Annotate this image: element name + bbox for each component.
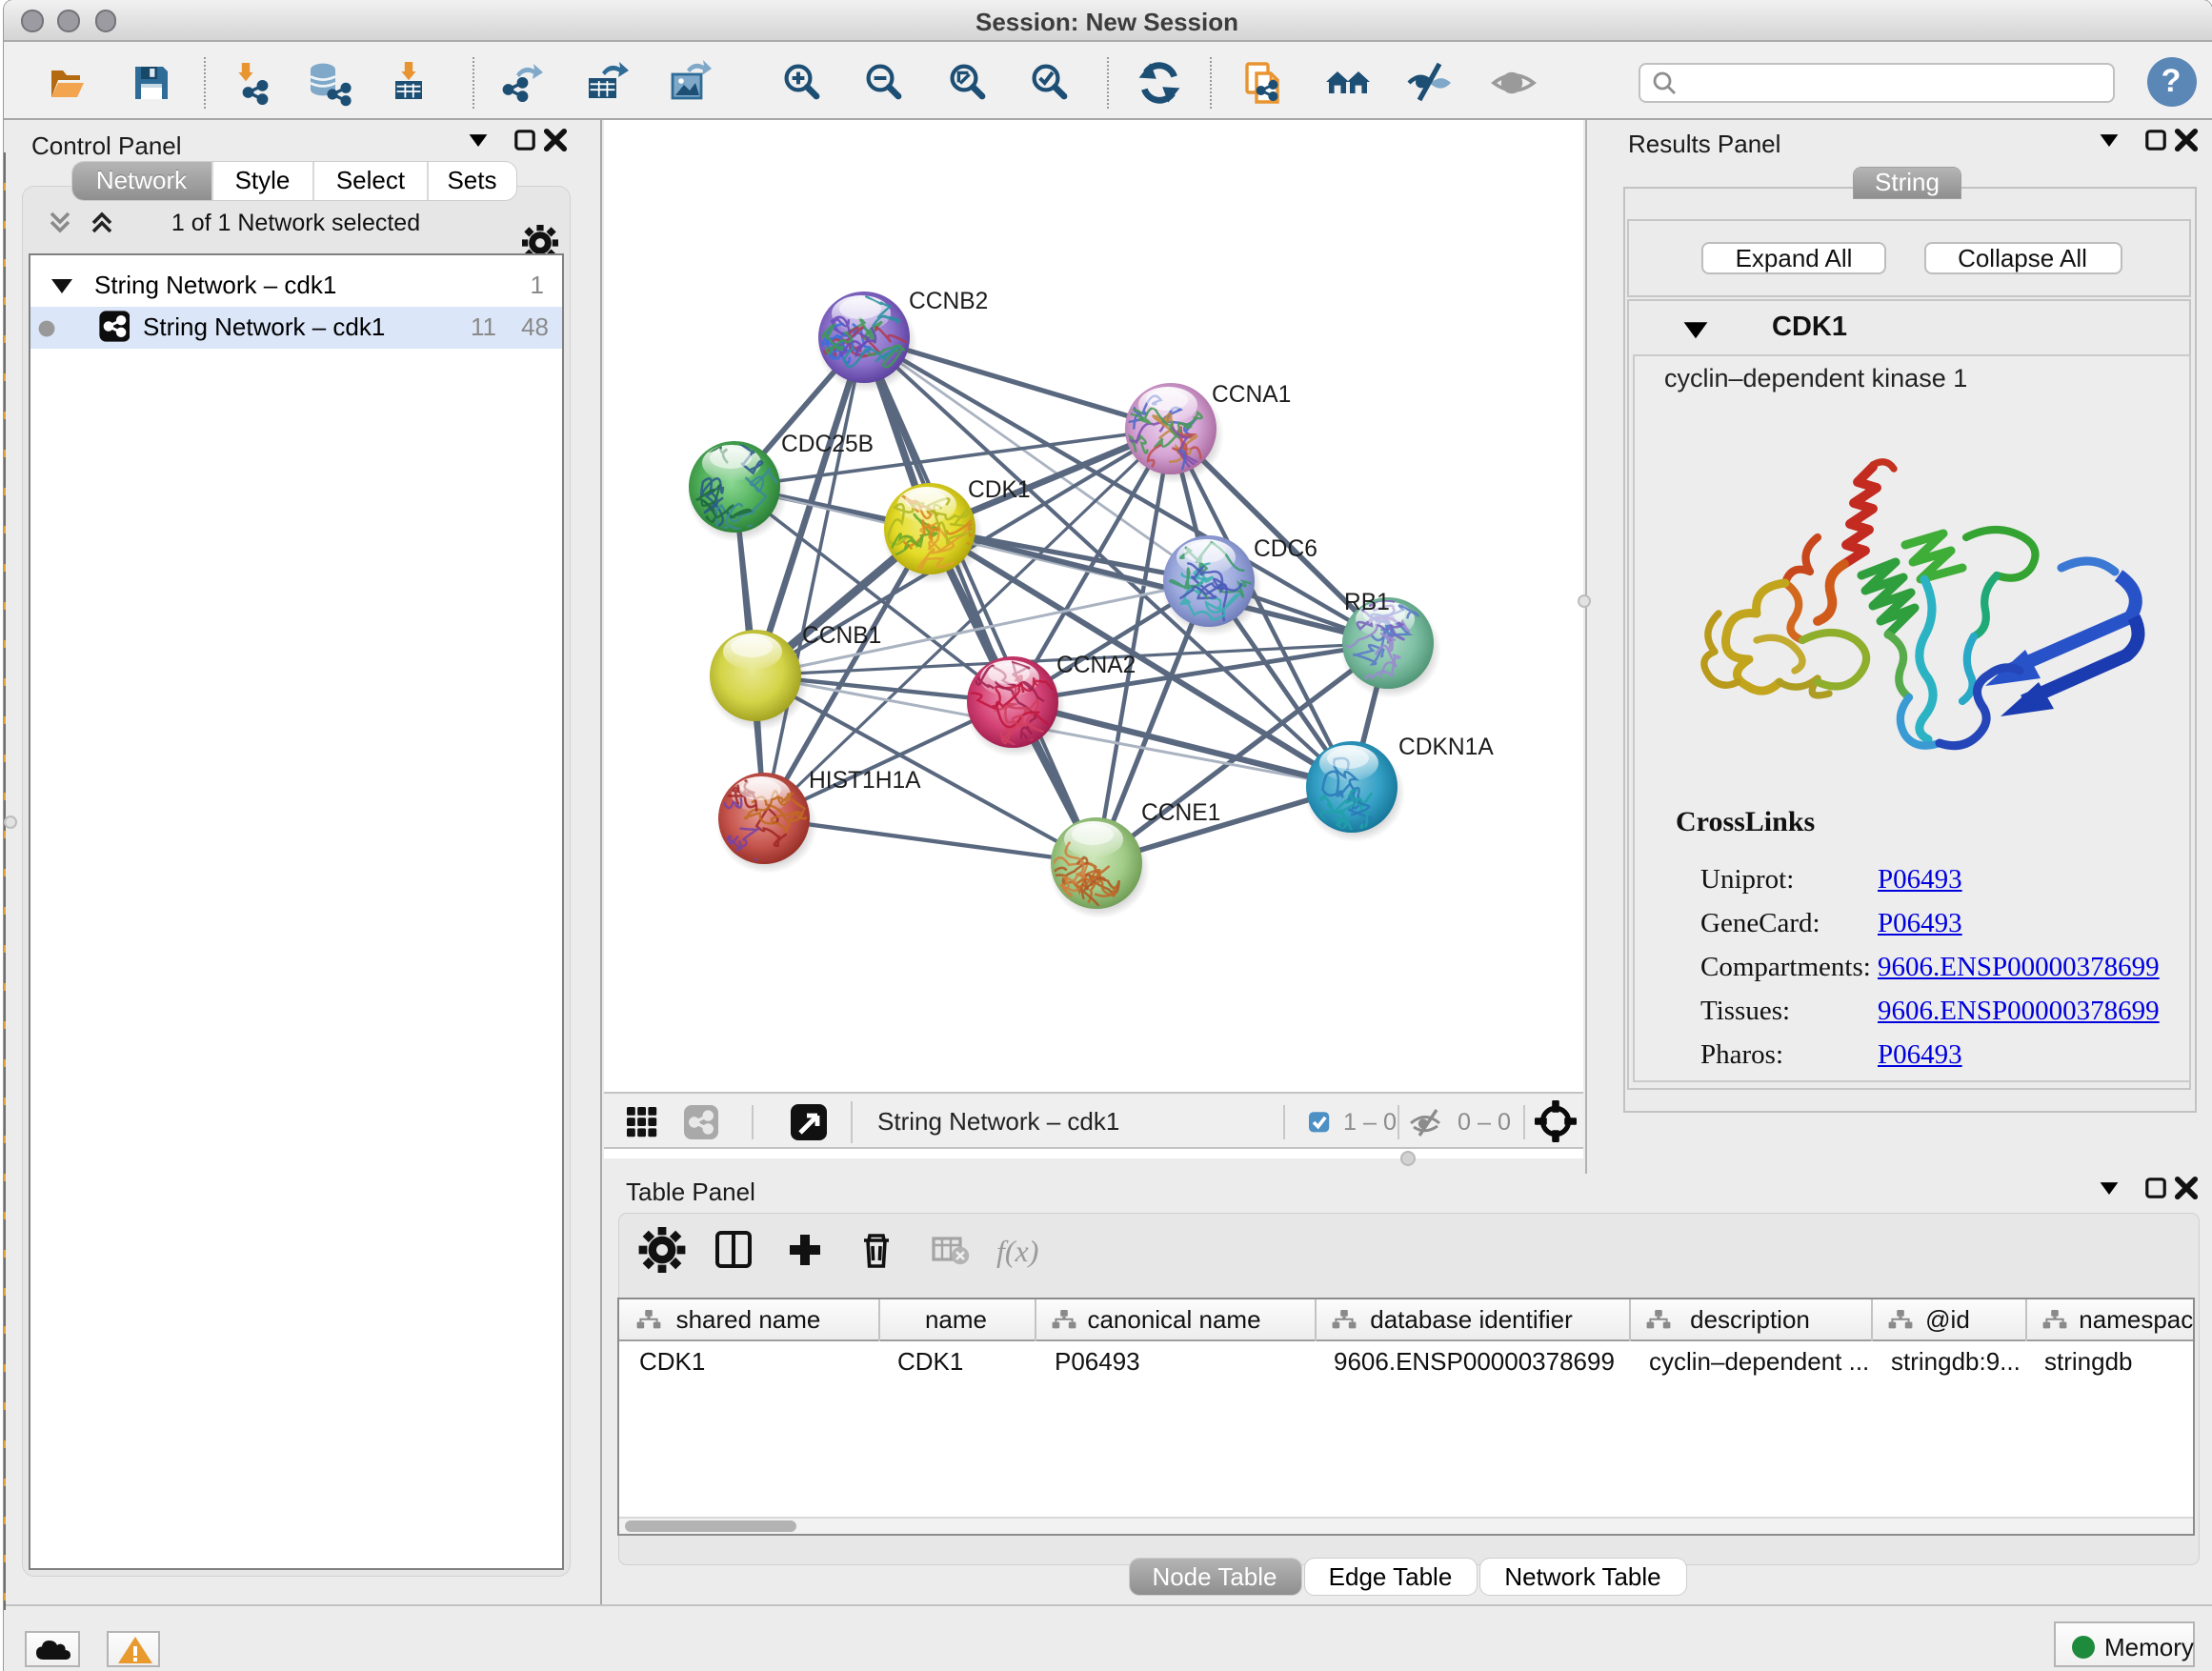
svg-text:CDC25B: CDC25B	[780, 431, 873, 456]
svg-text:HIST1H1A: HIST1H1A	[808, 767, 920, 793]
svg-text:CCNA2: CCNA2	[1056, 652, 1135, 677]
svg-text:CDC6: CDC6	[1253, 535, 1317, 561]
svg-text:1 – 0: 1 – 0	[1342, 1108, 1396, 1135]
svg-text:CDKN1A: CDKN1A	[1398, 734, 1493, 759]
svg-text:CDK1: CDK1	[967, 476, 1030, 502]
svg-text:CCNE1: CCNE1	[1140, 799, 1219, 825]
svg-text:CCNB1: CCNB1	[801, 622, 880, 648]
svg-text:RB1: RB1	[1343, 589, 1389, 614]
svg-text:CCNA1: CCNA1	[1211, 381, 1290, 407]
svg-text:f(x): f(x)	[995, 1234, 1037, 1268]
svg-text:CCNB2: CCNB2	[908, 288, 987, 313]
svg-text:0 – 0: 0 – 0	[1457, 1108, 1510, 1135]
